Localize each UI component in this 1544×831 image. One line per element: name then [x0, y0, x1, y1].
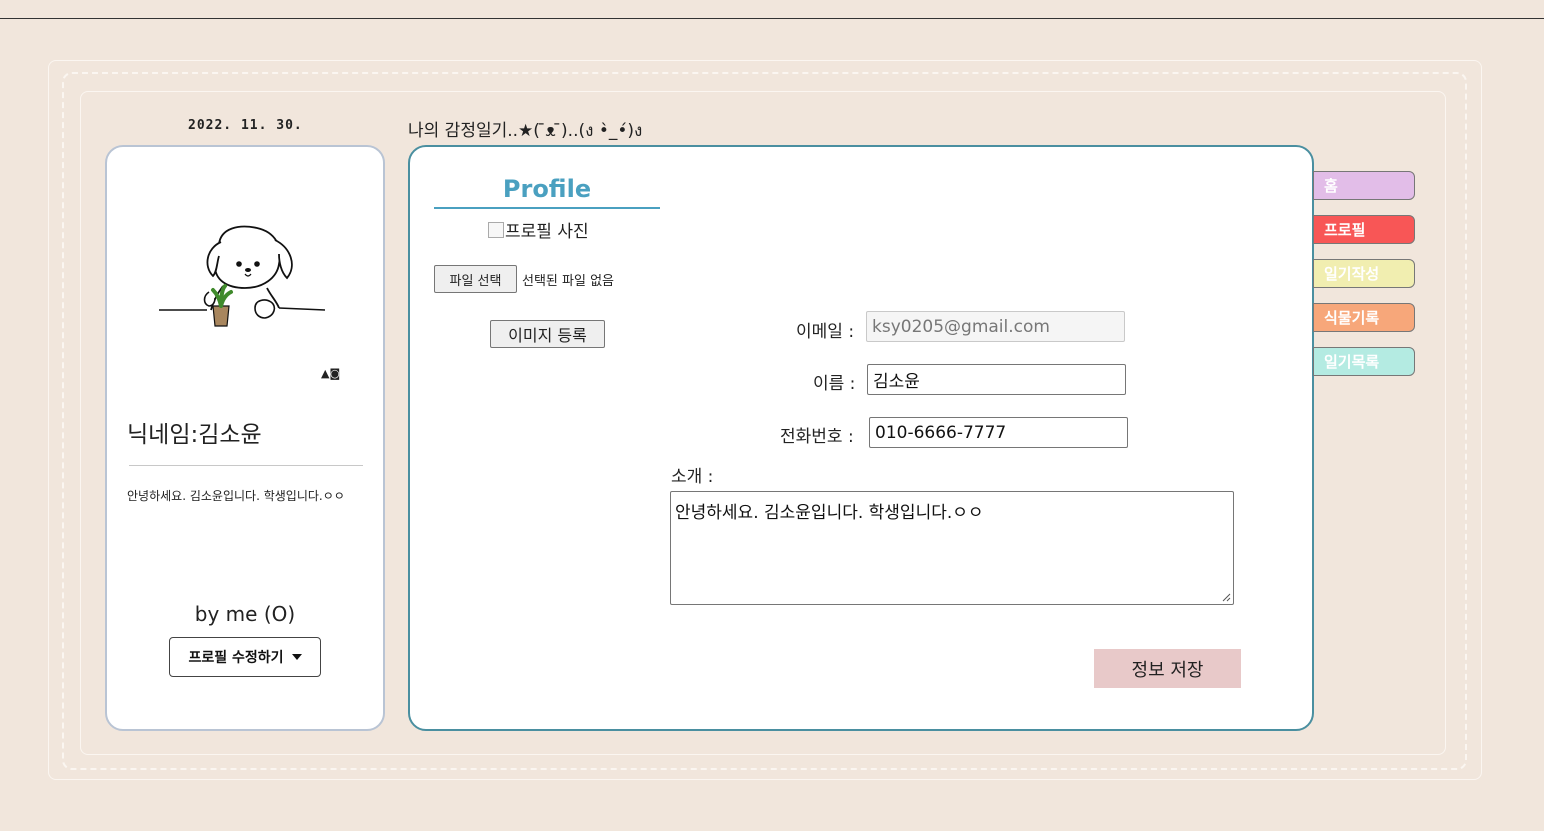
nickname: 닉네임:김소윤: [127, 422, 262, 448]
phone-label: 전화번호 :: [780, 427, 854, 447]
broken-image-icon: [488, 221, 504, 238]
email-field[interactable]: ksy0205@gmail.com: [866, 311, 1125, 342]
top-divider: [0, 18, 1544, 19]
image-register-button[interactable]: 이미지 등록: [490, 320, 605, 348]
card-divider: [129, 465, 363, 466]
profile-image-alt: 프로필 사진: [505, 222, 589, 242]
caret-down-icon: [291, 654, 302, 660]
tab-plant-record[interactable]: 식물기록: [1313, 303, 1415, 332]
byline: by me (O): [194, 602, 296, 626]
edit-profile-label: 프로필 수정하기: [188, 650, 284, 666]
name-label: 이름 :: [813, 374, 856, 394]
intro-text: 안녕하세요. 김소윤입니다. 학생입니다.ㅇㅇ: [127, 489, 345, 503]
phone-field[interactable]: 010-6666-7777: [869, 417, 1128, 448]
puppy-illustration: [159, 225, 326, 327]
file-status: 선택된 파일 없음: [522, 274, 614, 289]
tab-write-diary[interactable]: 일기작성: [1313, 259, 1415, 288]
profile-summary-card: ▲◙ 닉네임:김소윤 안녕하세요. 김소윤입니다. 학생입니다.ㅇㅇ by me…: [105, 145, 385, 731]
site-title: 나의 감정일기..★( ̄ᴥ ̄)..(ง •̀_•́)ง: [408, 121, 643, 141]
date-label: 2022. 11. 30.: [188, 118, 303, 133]
intro-label: 소개 :: [671, 467, 714, 487]
profile-title: Profile: [434, 175, 660, 209]
tab-profile[interactable]: 프로필: [1313, 215, 1415, 244]
tab-home[interactable]: 홈: [1313, 171, 1415, 200]
resize-handle-icon[interactable]: [1222, 593, 1231, 602]
file-select-button[interactable]: 파일 선택: [434, 265, 517, 293]
profile-form-card: Profile 프로필 사진 파일 선택 선택된 파일 없음 이미지 등록 이메…: [408, 145, 1314, 731]
profile-image: 프로필 사진: [488, 217, 589, 242]
edit-profile-dropdown-button[interactable]: 프로필 수정하기: [169, 637, 321, 677]
name-field[interactable]: 김소윤: [867, 364, 1126, 395]
small-icons: ▲◙: [321, 367, 341, 380]
intro-textarea[interactable]: 안녕하세요. 김소윤입니다. 학생입니다.ㅇㅇ: [670, 491, 1234, 605]
save-info-button[interactable]: 정보 저장: [1094, 649, 1241, 688]
intro-textarea-value: 안녕하세요. 김소윤입니다. 학생입니다.ㅇㅇ: [675, 503, 984, 523]
email-label: 이메일 :: [796, 322, 855, 342]
tab-diary-list[interactable]: 일기목록: [1313, 347, 1415, 376]
